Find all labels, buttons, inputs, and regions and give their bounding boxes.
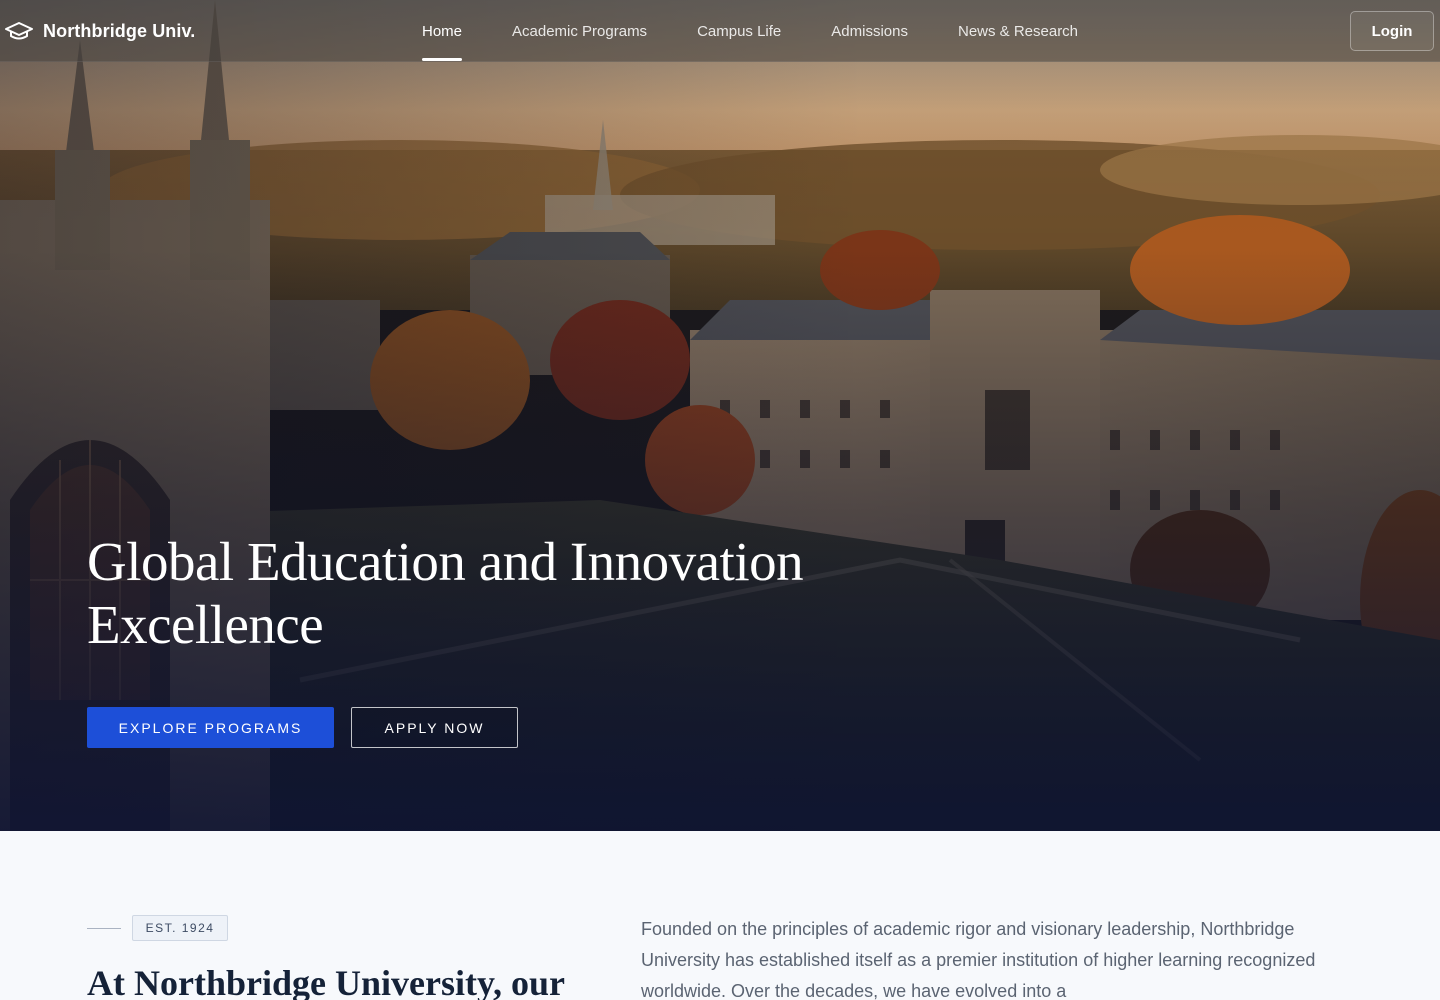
established-badge: EST. 1924	[132, 915, 228, 941]
hero-section: Northbridge Univ. Home Academic Programs…	[0, 0, 1440, 831]
about-paragraph: Founded on the principles of academic ri…	[641, 919, 1316, 1000]
nav-link-academic-programs[interactable]: Academic Programs	[512, 0, 647, 62]
nav-link-home[interactable]: Home	[422, 0, 463, 62]
graduation-cap-icon	[5, 20, 33, 42]
explore-programs-button[interactable]: EXPLORE PROGRAMS	[87, 707, 334, 748]
about-heading: At Northbridge University, our	[87, 963, 565, 1000]
hero-title: Global Education and Innovation Excellen…	[87, 531, 804, 655]
nav-link-admissions[interactable]: Admissions	[831, 0, 908, 62]
about-section: EST. 1924 At Northbridge University, our…	[0, 831, 1440, 1000]
apply-now-button[interactable]: APPLY NOW	[351, 707, 518, 748]
brand-name: Northbridge Univ.	[43, 20, 196, 41]
nav-links: Home Academic Programs Campus Life Admis…	[422, 0, 1128, 62]
nav-link-news-research[interactable]: News & Research	[958, 0, 1078, 62]
nav-link-campus-life[interactable]: Campus Life	[697, 0, 781, 62]
login-button[interactable]: Login	[1350, 11, 1434, 51]
top-navigation: Northbridge Univ. Home Academic Programs…	[0, 0, 1440, 62]
divider-line	[87, 928, 121, 929]
brand-logo[interactable]: Northbridge Univ.	[5, 18, 195, 44]
